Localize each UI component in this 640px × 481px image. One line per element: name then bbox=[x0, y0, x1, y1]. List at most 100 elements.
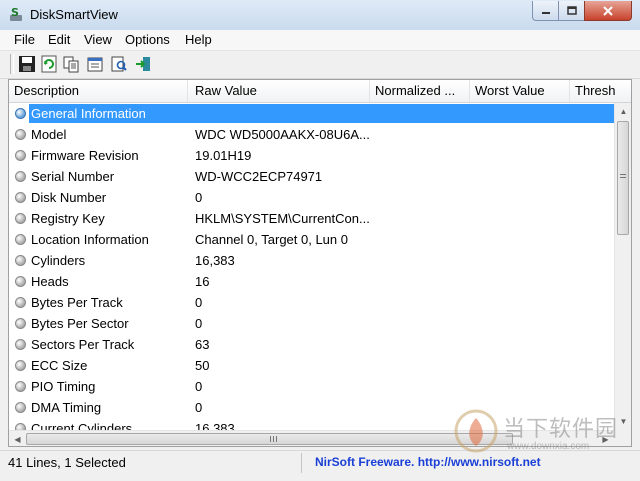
menu-options[interactable]: Options bbox=[125, 32, 170, 47]
thumb-grip bbox=[620, 174, 626, 180]
table-row[interactable]: Serial Number WD-WCC2ECP74971 bbox=[9, 166, 615, 187]
close-button[interactable] bbox=[584, 1, 632, 21]
scroll-up-icon[interactable]: ▲ bbox=[615, 103, 631, 120]
status-divider bbox=[301, 453, 302, 473]
row-description: Model bbox=[31, 127, 67, 142]
status-dot-icon bbox=[15, 276, 26, 287]
status-dot-icon bbox=[15, 129, 26, 140]
minimize-button[interactable] bbox=[532, 1, 560, 21]
refresh-icon[interactable] bbox=[40, 55, 58, 73]
status-line-count: 41 Lines, 1 Selected bbox=[8, 455, 126, 470]
status-dot-icon bbox=[15, 360, 26, 371]
column-threshold[interactable]: Thresh bbox=[570, 80, 631, 102]
column-raw-value[interactable]: Raw Value bbox=[190, 80, 370, 102]
row-raw-value: 0 bbox=[195, 295, 203, 310]
list-header: Description Raw Value Normalized ... Wor… bbox=[9, 80, 631, 103]
watermark: 当下软件园 www.downxia.com bbox=[453, 406, 623, 458]
row-raw-value: 50 bbox=[195, 358, 210, 373]
row-description: ECC Size bbox=[31, 358, 88, 373]
row-raw-value: 0 bbox=[195, 190, 203, 205]
table-row[interactable]: Sectors Per Track 63 bbox=[9, 334, 615, 355]
row-description: Sectors Per Track bbox=[31, 337, 135, 352]
maximize-button[interactable] bbox=[558, 1, 586, 21]
watermark-text: 当下软件园 bbox=[503, 416, 619, 441]
row-raw-value: 0 bbox=[195, 379, 203, 394]
row-raw-value: WDC WD5000AAKX-08U6A... bbox=[195, 127, 370, 142]
find-icon[interactable] bbox=[110, 55, 128, 73]
row-raw-value: 19.01H19 bbox=[195, 148, 252, 163]
row-raw-value: WD-WCC2ECP74971 bbox=[195, 169, 323, 184]
maximize-icon bbox=[567, 6, 577, 15]
status-dot-icon bbox=[15, 402, 26, 413]
row-description: Bytes Per Sector bbox=[31, 316, 129, 331]
toolbar bbox=[0, 51, 640, 79]
copy-icon[interactable] bbox=[62, 55, 80, 73]
row-raw-value: 16,383 bbox=[195, 253, 235, 268]
table-row[interactable]: Cylinders 16,383 bbox=[9, 250, 615, 271]
status-dot-icon bbox=[15, 255, 26, 266]
app-window: S DiskSmartView File Edit View Options H… bbox=[0, 0, 640, 481]
table-row[interactable]: Heads 16 bbox=[9, 271, 615, 292]
svg-text:S: S bbox=[11, 6, 19, 19]
status-dot-icon bbox=[15, 339, 26, 350]
table-row[interactable]: Bytes Per Track 0 bbox=[9, 292, 615, 313]
row-raw-value: 16 bbox=[195, 274, 210, 289]
title-bar[interactable]: S DiskSmartView bbox=[0, 0, 640, 31]
close-icon bbox=[603, 5, 613, 16]
status-dot-icon bbox=[15, 234, 26, 245]
table-row[interactable]: Bytes Per Sector 0 bbox=[9, 313, 615, 334]
vertical-scroll-thumb[interactable] bbox=[617, 121, 629, 235]
row-description: Heads bbox=[31, 274, 69, 289]
menu-view[interactable]: View bbox=[84, 32, 112, 47]
menu-edit[interactable]: Edit bbox=[48, 32, 70, 47]
row-description: PIO Timing bbox=[31, 379, 96, 394]
table-row[interactable]: General Information bbox=[9, 103, 615, 124]
table-row[interactable]: PIO Timing 0 bbox=[9, 376, 615, 397]
status-dot-icon bbox=[15, 150, 26, 161]
horizontal-scroll-thumb[interactable] bbox=[26, 433, 513, 445]
scroll-left-icon[interactable]: ◀ bbox=[9, 431, 26, 446]
column-worst-value[interactable]: Worst Value bbox=[470, 80, 570, 102]
table-row[interactable]: Model WDC WD5000AAKX-08U6A... bbox=[9, 124, 615, 145]
status-dot-icon bbox=[15, 381, 26, 392]
row-raw-value: 63 bbox=[195, 337, 210, 352]
row-raw-value: 0 bbox=[195, 316, 203, 331]
row-description: General Information bbox=[29, 104, 615, 123]
status-dot-icon bbox=[15, 213, 26, 224]
menu-bar: File Edit View Options Help bbox=[0, 30, 640, 51]
row-description: Cylinders bbox=[31, 253, 86, 268]
status-dot-icon bbox=[15, 108, 26, 119]
minimize-icon bbox=[542, 11, 550, 14]
column-description[interactable]: Description bbox=[9, 80, 188, 102]
table-row[interactable]: ECC Size 50 bbox=[9, 355, 615, 376]
status-dot-icon bbox=[15, 318, 26, 329]
table-row[interactable]: Disk Number 0 bbox=[9, 187, 615, 208]
status-dot-icon bbox=[15, 171, 26, 182]
toolbar-grip bbox=[10, 54, 14, 74]
properties-icon[interactable] bbox=[86, 55, 104, 73]
row-description: Firmware Revision bbox=[31, 148, 139, 163]
thumb-grip bbox=[270, 436, 278, 442]
exit-icon[interactable] bbox=[134, 55, 152, 73]
column-normalized[interactable]: Normalized ... bbox=[370, 80, 470, 102]
save-icon[interactable] bbox=[18, 55, 36, 73]
row-description: Serial Number bbox=[31, 169, 115, 184]
window-title: DiskSmartView bbox=[30, 7, 118, 22]
table-row[interactable]: Registry Key HKLM\SYSTEM\CurrentCon... bbox=[9, 208, 615, 229]
row-description: Bytes Per Track bbox=[31, 295, 123, 310]
row-description: Location Information bbox=[31, 232, 149, 247]
list-rows: General Information Model WDC WD5000AAKX-0… bbox=[9, 103, 615, 439]
vertical-scrollbar[interactable]: ▲ ▼ bbox=[614, 103, 631, 430]
status-dot-icon bbox=[15, 192, 26, 203]
status-dot-icon bbox=[15, 297, 26, 308]
app-icon: S bbox=[10, 6, 22, 21]
row-description: Disk Number bbox=[31, 190, 107, 205]
table-row[interactable]: Location Information Channel 0, Target 0,… bbox=[9, 229, 615, 250]
menu-help[interactable]: Help bbox=[185, 32, 212, 47]
menu-file[interactable]: File bbox=[14, 32, 35, 47]
row-description: Registry Key bbox=[31, 211, 105, 226]
smart-list-view[interactable]: Description Raw Value Normalized ... Wor… bbox=[8, 79, 632, 447]
table-row[interactable]: Firmware Revision 19.01H19 bbox=[9, 145, 615, 166]
row-raw-value: Channel 0, Target 0, Lun 0 bbox=[195, 232, 348, 247]
row-raw-value: HKLM\SYSTEM\CurrentCon... bbox=[195, 211, 370, 226]
